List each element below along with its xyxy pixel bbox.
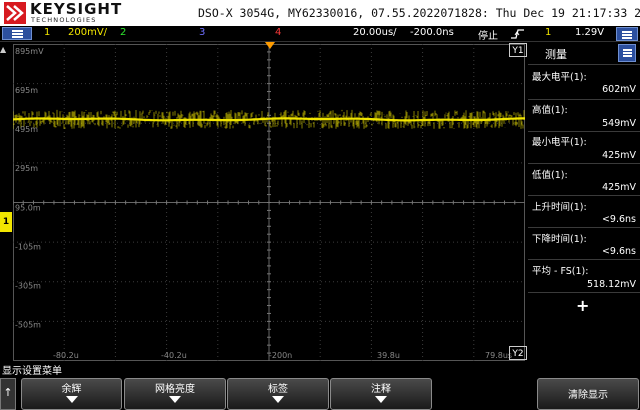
waveform-display[interactable]: 895mV 695m 495m 295m 95.0m -105m -305m -505m -80… bbox=[13, 44, 525, 361]
keysight-logo-icon bbox=[4, 2, 26, 24]
measurement-value-min: 425mV bbox=[602, 150, 636, 161]
panel-separator bbox=[528, 163, 640, 164]
softkey-label: 余辉 bbox=[61, 384, 82, 395]
list-icon bbox=[12, 30, 23, 32]
measurement-value-fall-time: <9.6ns bbox=[601, 246, 636, 257]
measurement-label-fall-time[interactable]: 下降时间(1): bbox=[532, 231, 587, 245]
softkey-label: 网格亮度 bbox=[155, 384, 195, 395]
y-axis-label: -105m bbox=[15, 242, 41, 251]
add-measurement-button[interactable]: + bbox=[576, 296, 589, 315]
measurement-label-top[interactable]: 高值(1): bbox=[532, 102, 568, 116]
ch1-ground-marker[interactable]: 1 bbox=[0, 212, 12, 232]
y-axis-label: 95.0m bbox=[15, 203, 41, 212]
panel-separator bbox=[528, 131, 640, 132]
cursor-y1-marker[interactable]: Y1 bbox=[509, 43, 527, 57]
list-icon bbox=[622, 31, 632, 33]
horizontal-delay[interactable]: -200.0ns bbox=[410, 27, 454, 38]
softkey-annotation[interactable]: 注释 bbox=[330, 378, 432, 410]
x-axis-label: -200n bbox=[269, 351, 292, 360]
x-axis-label: 79.8us bbox=[485, 351, 512, 360]
softkey-persistence[interactable]: 余辉 bbox=[21, 378, 122, 410]
softkey-labels[interactable]: 标签 bbox=[227, 378, 329, 410]
rising-edge-trigger-icon[interactable] bbox=[510, 28, 526, 39]
y-axis-label: 295m bbox=[15, 164, 38, 173]
x-axis-label: -80.2u bbox=[53, 351, 79, 360]
measurement-value-average: 518.12mV bbox=[587, 279, 636, 290]
y-axis-label: 495m bbox=[15, 125, 38, 134]
x-axis-label: 39.8u bbox=[377, 351, 400, 360]
softkey-label: 清除显示 bbox=[568, 390, 608, 401]
panel-title: 测量 bbox=[545, 48, 567, 61]
trigger-level[interactable]: 1.29V bbox=[575, 27, 604, 38]
list-icon bbox=[623, 49, 632, 51]
panel-separator bbox=[528, 227, 640, 228]
measurement-value-base: 425mV bbox=[602, 182, 636, 193]
ch3-number[interactable]: 3 bbox=[199, 27, 205, 38]
back-button[interactable]: ↑ bbox=[0, 378, 16, 410]
timebase-scale[interactable]: 20.00us/ bbox=[353, 27, 397, 38]
softkey-grid-intensity[interactable]: 网格亮度 bbox=[124, 378, 226, 410]
offscreen-up-icon: ▲ bbox=[0, 45, 7, 54]
down-arrow-icon bbox=[65, 396, 78, 403]
softkey-label: 注释 bbox=[371, 384, 391, 395]
measurement-label-max[interactable]: 最大电平(1): bbox=[532, 69, 587, 83]
menu-title: 显示设置菜单 bbox=[2, 366, 62, 377]
measurement-label-base[interactable]: 低值(1): bbox=[532, 167, 568, 181]
up-arrow-icon: ↑ bbox=[3, 386, 13, 399]
measurement-value-top: 549mV bbox=[602, 118, 636, 129]
cursor-y2-marker[interactable]: Y2 bbox=[509, 346, 527, 360]
panel-menu-button[interactable] bbox=[618, 44, 636, 62]
measurement-label-rise-time[interactable]: 上升时间(1): bbox=[532, 199, 587, 213]
trigger-position-marker-icon[interactable] bbox=[265, 42, 275, 50]
softkey-label: 标签 bbox=[268, 384, 288, 395]
instrument-info-line: DSO-X 3054G, MY62330016, 07.55.202207182… bbox=[198, 6, 640, 20]
measurement-label-min[interactable]: 最小电平(1): bbox=[532, 134, 587, 148]
down-arrow-icon bbox=[272, 396, 284, 403]
ch1-number[interactable]: 1 bbox=[44, 27, 50, 38]
ch4-number[interactable]: 4 bbox=[275, 27, 281, 38]
menu-toggle-button[interactable] bbox=[2, 27, 32, 40]
measurement-value-rise-time: <9.6ns bbox=[601, 214, 636, 225]
ch2-number[interactable]: 2 bbox=[120, 27, 126, 38]
ch1-scale[interactable]: 200mV/ bbox=[68, 27, 107, 38]
x-axis-label: -40.2u bbox=[161, 351, 187, 360]
panel-separator bbox=[528, 64, 640, 65]
trigger-source[interactable]: 1 bbox=[545, 27, 551, 38]
panel-separator bbox=[528, 195, 640, 196]
y-axis-label: -305m bbox=[15, 281, 41, 290]
measurement-value-max: 602mV bbox=[602, 84, 636, 95]
measure-menu-button[interactable] bbox=[616, 27, 638, 41]
clear-display-button[interactable]: 清除显示 bbox=[537, 378, 639, 410]
down-arrow-icon bbox=[375, 396, 387, 403]
y-axis-label: 895mV bbox=[15, 47, 44, 56]
y-axis-label: -505m bbox=[15, 321, 41, 330]
panel-separator bbox=[528, 259, 640, 260]
y-axis-label: 695m bbox=[15, 86, 38, 95]
run-state[interactable]: 停止 bbox=[478, 27, 498, 42]
brand-subtitle: TECHNOLOGIES bbox=[31, 16, 97, 24]
down-arrow-icon bbox=[169, 396, 181, 403]
measurement-label-average[interactable]: 平均 - FS(1): bbox=[532, 263, 588, 277]
panel-separator bbox=[528, 99, 640, 100]
panel-separator bbox=[528, 292, 640, 293]
